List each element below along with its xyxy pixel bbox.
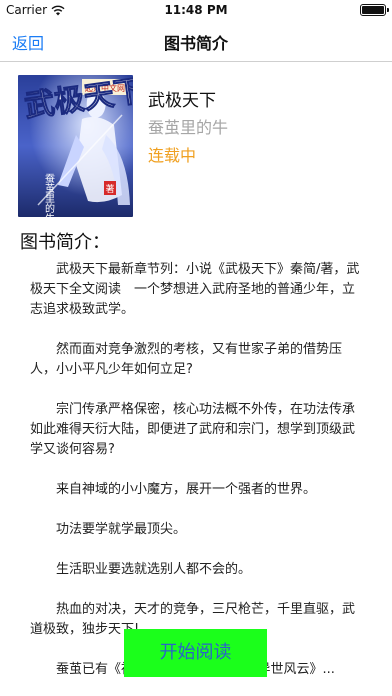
- intro-paragraph: 来自神域的小小魔方，展开一个强者的世界。: [56, 482, 317, 497]
- battery-icon: [360, 4, 389, 16]
- intro-text: 武极天下最新章节列：小说《武极天下》秦简/著，武极天下全文阅读 一个梦想进入武府…: [30, 260, 364, 680]
- intro-paragraph: 武极天下最新章节列：小说《武极天下》秦简/著，武极天下全文阅读 一个梦想进入武府…: [30, 262, 360, 317]
- start-reading-button[interactable]: 开始阅读: [124, 629, 267, 677]
- section-title: 图书简介：: [20, 232, 110, 253]
- intro-paragraph: 功法要学就学最顶尖。: [56, 522, 187, 537]
- status-bar: Carrier 11:48 PM: [0, 0, 392, 22]
- nav-bar: 返回 图书简介: [0, 22, 392, 62]
- book-status: 连载中: [148, 146, 197, 165]
- intro-paragraph: 然而面对竞争激烈的考核，又有世家子弟的借势压人，小小平凡少年如何立足?: [30, 342, 343, 377]
- book-cover-art: 起点中文网 武极天下 蚕茧里的牛 著: [18, 75, 133, 217]
- cover-author: 蚕茧里的牛: [43, 173, 55, 217]
- intro-paragraph: 宗门传承严格保密，核心功法概不外传，在功法传承如此难得天衍大陆，即便进了武府和宗…: [30, 402, 356, 457]
- book-author: 蚕茧里的牛: [148, 118, 229, 137]
- page-title: 图书简介: [163, 34, 228, 53]
- status-time: 11:48 PM: [164, 3, 228, 17]
- intro-paragraph: 生活职业要选就选别人都不会的。: [56, 562, 252, 577]
- book-title: 武极天下: [148, 91, 216, 111]
- cover-author-suffix: 著: [105, 183, 114, 195]
- book-cover-image: 起点中文网 武极天下 蚕茧里的牛 著: [18, 75, 133, 217]
- status-right: [360, 4, 389, 16]
